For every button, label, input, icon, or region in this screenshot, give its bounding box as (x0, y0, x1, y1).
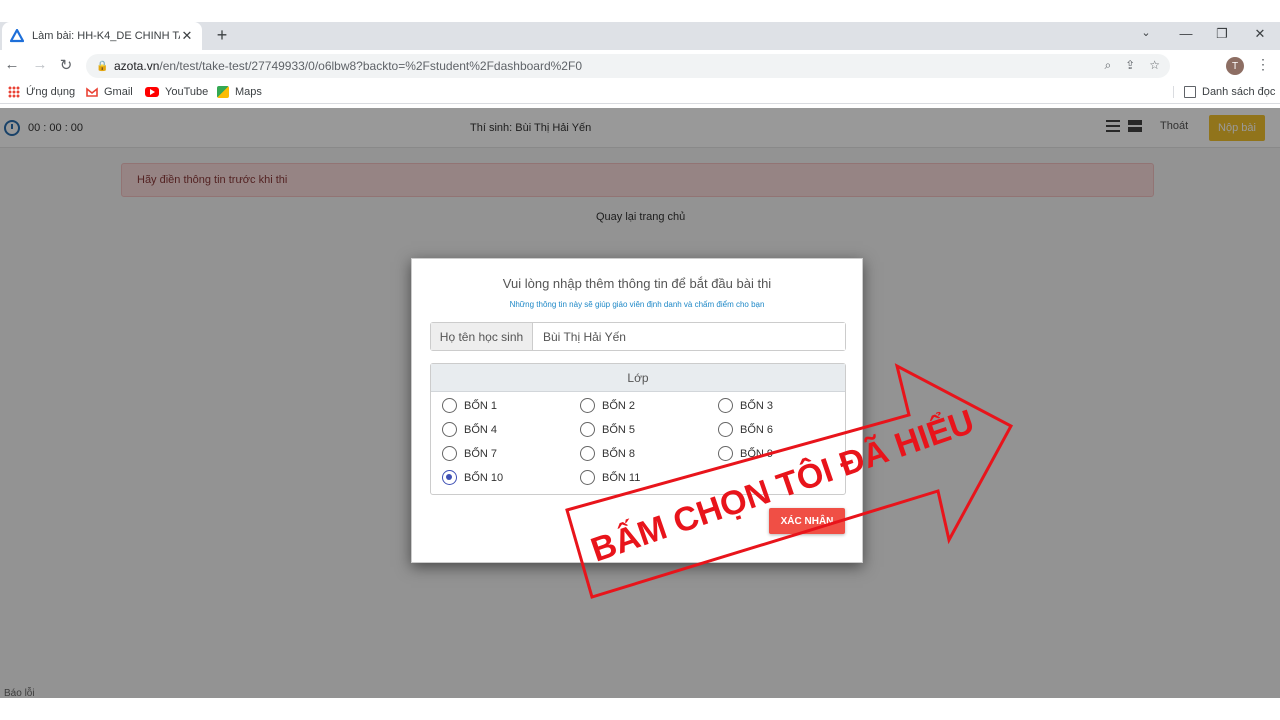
class-option-bon-2[interactable]: BỐN 2 (580, 398, 635, 413)
class-option-bon-10[interactable]: BỐN 10 (442, 470, 503, 485)
class-option-label: BỐN 5 (602, 423, 636, 436)
minimize-button[interactable]: — (1176, 26, 1196, 41)
class-option-bon-3[interactable]: BỐN 3 (718, 398, 773, 413)
back-arrow-icon[interactable]: ← (2, 56, 22, 73)
apps-grid-icon (8, 86, 20, 98)
reading-list-icon (1184, 86, 1196, 98)
class-option-label: BỐN 3 (740, 399, 774, 412)
student-name-label: Họ tên học sinh (431, 323, 533, 350)
class-option-label: BỐN 11 (602, 471, 641, 484)
bookmark-gmail[interactable]: Gmail (86, 86, 133, 98)
share-icon[interactable]: ⇪ (1125, 58, 1135, 73)
class-option-label: BỐN 2 (602, 399, 636, 412)
reading-list[interactable]: Danh sách đọc (1173, 86, 1275, 98)
radio-icon[interactable] (718, 398, 733, 413)
browser-tab-strip: Làm bài: HH-K4_DE CHINH TA_G ✕ + ⌄ — ❐ ✕ (0, 22, 1280, 50)
bookmarks-bar: Ứng dụng Gmail YouTube Maps Danh sách đọ… (0, 82, 1280, 104)
zoom-search-icon[interactable]: ⌕ (1104, 58, 1111, 73)
reload-icon[interactable]: ↻ (56, 56, 76, 74)
bookmark-gmail-label: Gmail (104, 86, 133, 98)
class-option-bon-7[interactable]: BỐN 7 (442, 446, 497, 461)
class-panel-header: Lớp (431, 364, 845, 392)
class-option-label: BỐN 9 (740, 447, 774, 460)
class-option-label: BỐN 8 (602, 447, 636, 460)
youtube-icon (145, 87, 159, 97)
tab-title: Làm bài: HH-K4_DE CHINH TA_G (32, 30, 180, 42)
browser-tab[interactable]: Làm bài: HH-K4_DE CHINH TA_G ✕ (2, 22, 202, 50)
radio-icon[interactable] (580, 446, 595, 461)
chrome-menu-icon[interactable]: ⋮ (1256, 56, 1270, 73)
class-panel: Lớp BỐN 1 BỐN 2 BỐN 3 BỐN 4 BỐN 5 BỐN 6 … (430, 363, 846, 495)
student-name-group: Họ tên học sinh (430, 322, 846, 351)
radio-icon[interactable] (442, 446, 457, 461)
new-tab-button[interactable]: + (212, 25, 232, 46)
window-close-button[interactable]: ✕ (1250, 26, 1270, 42)
bookmark-apps-label: Ứng dụng (26, 86, 76, 98)
class-option-label: BỐN 1 (464, 399, 498, 412)
forward-arrow-icon[interactable]: → (30, 56, 50, 73)
radio-icon[interactable] (442, 398, 457, 413)
radio-selected-icon[interactable] (442, 470, 457, 485)
class-option-bon-5[interactable]: BỐN 5 (580, 422, 635, 437)
gmail-icon (86, 86, 98, 98)
confirm-button[interactable]: XÁC NHẬN (769, 508, 845, 534)
reading-list-label: Danh sách đọc (1202, 86, 1276, 98)
restore-button[interactable]: ❐ (1212, 26, 1232, 42)
tab-close-icon[interactable]: ✕ (180, 28, 194, 44)
url-host: azota.vn (114, 59, 160, 73)
bookmark-star-icon[interactable]: ☆ (1149, 58, 1160, 73)
address-row: ← → ↻ 🔒 azota.vn/en/test/take-test/27749… (0, 50, 1280, 82)
url-bar[interactable]: 🔒 azota.vn/en/test/take-test/27749933/0/… (86, 54, 1170, 78)
radio-icon[interactable] (442, 422, 457, 437)
screen: Làm bài: HH-K4_DE CHINH TA_G ✕ + ⌄ — ❐ ✕… (0, 0, 1280, 720)
class-option-bon-11[interactable]: BỐN 11 (580, 470, 640, 485)
modal-subtitle: Những thông tin này sẽ giúp giáo viên đị… (509, 300, 765, 309)
info-modal: Vui lòng nhập thêm thông tin để bắt đầu … (411, 258, 863, 563)
class-option-bon-8[interactable]: BỐN 8 (580, 446, 635, 461)
lock-icon: 🔒 (96, 60, 109, 72)
class-option-bon-1[interactable]: BỐN 1 (442, 398, 497, 413)
class-option-label: BỐN 4 (464, 423, 498, 436)
bookmark-youtube-label: YouTube (165, 86, 209, 98)
bookmark-youtube[interactable]: YouTube (145, 86, 208, 98)
bookmark-maps-label: Maps (235, 86, 262, 98)
radio-icon[interactable] (718, 422, 733, 437)
tab-search-icon[interactable]: ⌄ (1136, 26, 1156, 39)
student-name-input[interactable] (533, 323, 845, 350)
maps-icon (217, 86, 229, 98)
modal-title: Vui lòng nhập thêm thông tin để bắt đầu … (502, 276, 772, 291)
class-option-label: BỐN 10 (464, 471, 504, 484)
class-option-label: BỐN 6 (740, 423, 774, 436)
profile-avatar[interactable]: T (1226, 57, 1244, 75)
class-option-bon-4[interactable]: BỐN 4 (442, 422, 497, 437)
class-option-bon-9[interactable]: BỐN 9 (718, 446, 773, 461)
radio-icon[interactable] (718, 446, 733, 461)
bookmark-apps[interactable]: Ứng dụng (8, 86, 75, 98)
radio-icon[interactable] (580, 470, 595, 485)
class-option-label: BỐN 7 (464, 447, 498, 460)
radio-icon[interactable] (580, 398, 595, 413)
bookmark-maps[interactable]: Maps (217, 86, 262, 98)
url-path: /en/test/take-test/27749933/0/o6lbw8?bac… (159, 59, 582, 73)
radio-icon[interactable] (580, 422, 595, 437)
azota-favicon-icon (10, 29, 24, 43)
class-option-bon-6[interactable]: BỐN 6 (718, 422, 773, 437)
